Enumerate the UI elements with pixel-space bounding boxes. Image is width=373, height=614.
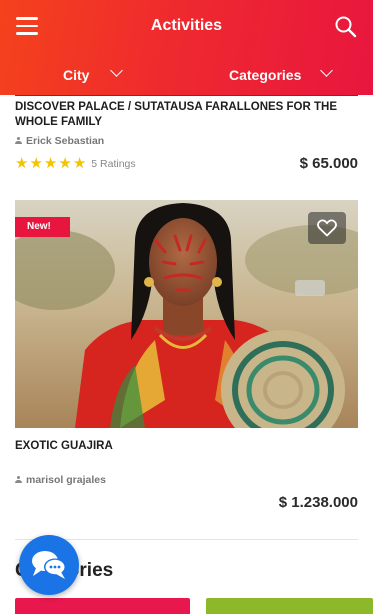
activity-photo[interactable]: New! [15, 200, 358, 428]
chevron-down-icon [110, 64, 123, 77]
new-badge: New! [15, 217, 70, 237]
city-filter-dropdown[interactable]: City [63, 64, 123, 83]
person-icon [15, 137, 22, 145]
app-root: DISCOVER PALACE / SUTATAUSA FARALLONES F… [0, 0, 373, 614]
activity-author: marisol grajales [15, 474, 106, 486]
activity-price: $ 1.238.000 [278, 494, 358, 511]
chat-button[interactable] [19, 535, 79, 595]
app-header: Activities City Categories [0, 0, 373, 95]
activity-title[interactable]: DISCOVER PALACE / SUTATAUSA FARALLONES F… [15, 100, 355, 130]
city-filter-label: City [63, 67, 90, 83]
author-name: Erick Sebastian [26, 135, 105, 147]
chat-bubbles-icon [32, 551, 66, 579]
rating-stars: ★ ★ ★ ★ ★ 5 Ratings [15, 156, 136, 171]
categories-filter-dropdown[interactable]: Categories [229, 64, 333, 83]
activity-title[interactable]: EXOTIC GUAJIRA [15, 439, 355, 454]
page-title: Activities [150, 17, 223, 34]
person-icon [15, 476, 22, 484]
favorite-button[interactable] [308, 212, 346, 244]
categories-filter-label: Categories [229, 67, 302, 83]
star-icon: ★ [58, 155, 72, 172]
category-tile[interactable] [206, 598, 373, 614]
star-icon: ★ [43, 155, 58, 172]
ratings-count: 5 Ratings [91, 157, 136, 170]
activity-price: $ 65.000 [299, 155, 358, 172]
activity-author: Erick Sebastian [15, 135, 104, 147]
heart-icon [317, 219, 337, 237]
author-name: marisol grajales [26, 474, 106, 486]
chevron-down-icon [320, 64, 333, 77]
star-icon: ★ [72, 155, 87, 172]
star-icon: ★ [29, 155, 43, 172]
search-icon[interactable] [335, 16, 357, 38]
star-icon: ★ [15, 155, 29, 172]
category-tile[interactable] [15, 598, 190, 614]
